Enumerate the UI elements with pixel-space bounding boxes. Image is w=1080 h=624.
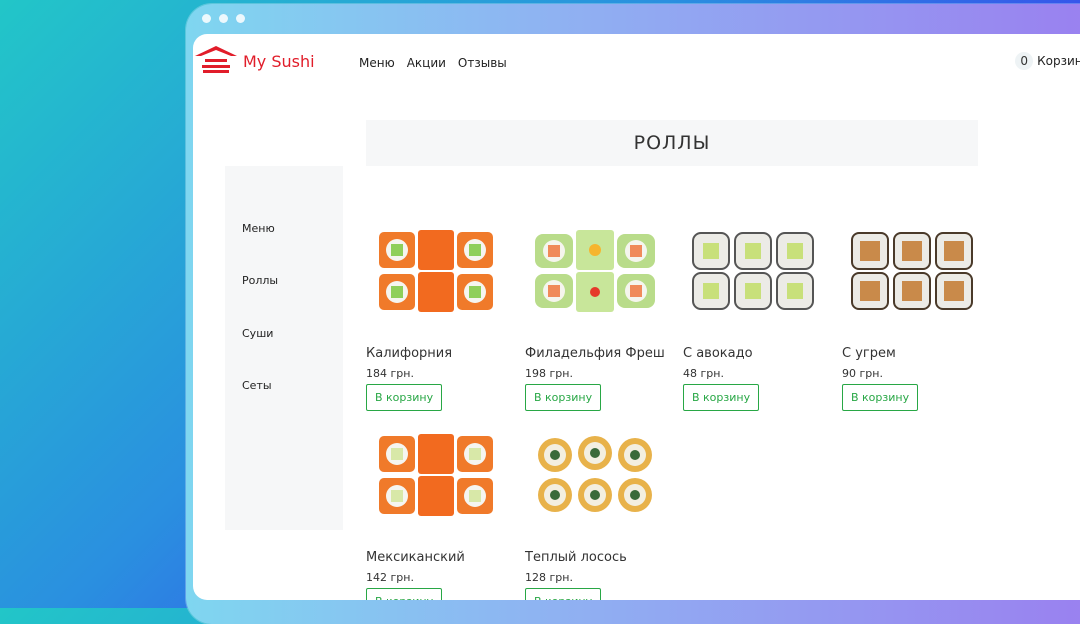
add-to-cart-button[interactable]: В корзину	[683, 384, 760, 411]
nav-item-menu[interactable]: Меню	[359, 56, 395, 70]
page-viewport: My Sushi Меню Акции Отзывы 0 Корзина Мен…	[193, 34, 1080, 600]
window-controls	[202, 14, 245, 23]
section-title: РОЛЛЫ	[366, 120, 978, 166]
pagoda-icon	[195, 46, 237, 73]
product-name[interactable]: Мексиканский	[366, 550, 506, 565]
window-dot[interactable]	[202, 14, 211, 23]
sidebar-item-sets[interactable]: Сеты	[242, 379, 272, 392]
add-to-cart-button[interactable]: В корзину	[366, 588, 443, 600]
product-price: 142 грн.	[366, 571, 414, 584]
category-sidebar: Меню Роллы Суши Сеты	[225, 166, 343, 530]
sidebar-item-rolls[interactable]: Роллы	[242, 274, 278, 287]
nav-item-reviews[interactable]: Отзывы	[458, 56, 507, 70]
product-price: 128 грн.	[525, 571, 573, 584]
nav-item-promotions[interactable]: Акции	[407, 56, 446, 70]
window-dot[interactable]	[219, 14, 228, 23]
product-card: С угрем 90 грн. В корзину	[842, 204, 982, 411]
product-price: 90 грн.	[842, 367, 883, 380]
product-name[interactable]: С авокадо	[683, 346, 823, 361]
site-header: My Sushi Меню Акции Отзывы 0 Корзина	[193, 34, 1080, 94]
brand-name: My Sushi	[243, 51, 315, 71]
product-card: Калифорния 184 грн. В корзину	[366, 204, 506, 411]
cart-count-badge: 0	[1015, 52, 1034, 70]
product-card: С авокадо 48 грн. В корзину	[683, 204, 823, 411]
product-image[interactable]	[366, 204, 506, 338]
sidebar-item-sushi[interactable]: Суши	[242, 327, 273, 340]
product-card: Теплый лосось 128 грн. В корзину	[525, 408, 665, 600]
product-name[interactable]: Теплый лосось	[525, 550, 665, 565]
product-image[interactable]	[525, 204, 665, 338]
browser-window: My Sushi Меню Акции Отзывы 0 Корзина Мен…	[186, 4, 1080, 624]
main-nav: Меню Акции Отзывы	[359, 56, 507, 70]
product-price: 48 грн.	[683, 367, 724, 380]
add-to-cart-button[interactable]: В корзину	[525, 588, 602, 600]
product-price: 184 грн.	[366, 367, 414, 380]
add-to-cart-button[interactable]: В корзину	[842, 384, 919, 411]
window-dot[interactable]	[236, 14, 245, 23]
product-image[interactable]	[842, 204, 982, 338]
add-to-cart-button[interactable]: В корзину	[366, 384, 443, 411]
product-name[interactable]: Калифорния	[366, 346, 506, 361]
product-image[interactable]	[525, 408, 665, 542]
product-price: 198 грн.	[525, 367, 573, 380]
product-image[interactable]	[366, 408, 506, 542]
cart-button[interactable]: 0 Корзина	[1015, 52, 1080, 70]
product-image[interactable]	[683, 204, 823, 338]
brand-logo[interactable]: My Sushi	[193, 44, 315, 74]
product-card: Мексиканский 142 грн. В корзину	[366, 408, 506, 600]
product-name[interactable]: С угрем	[842, 346, 982, 361]
product-card: Филадельфия Фреш 198 грн. В корзину	[525, 204, 665, 411]
sidebar-item-menu[interactable]: Меню	[242, 222, 275, 235]
product-name[interactable]: Филадельфия Фреш	[525, 346, 665, 361]
cart-label: Корзина	[1037, 54, 1080, 68]
add-to-cart-button[interactable]: В корзину	[525, 384, 602, 411]
